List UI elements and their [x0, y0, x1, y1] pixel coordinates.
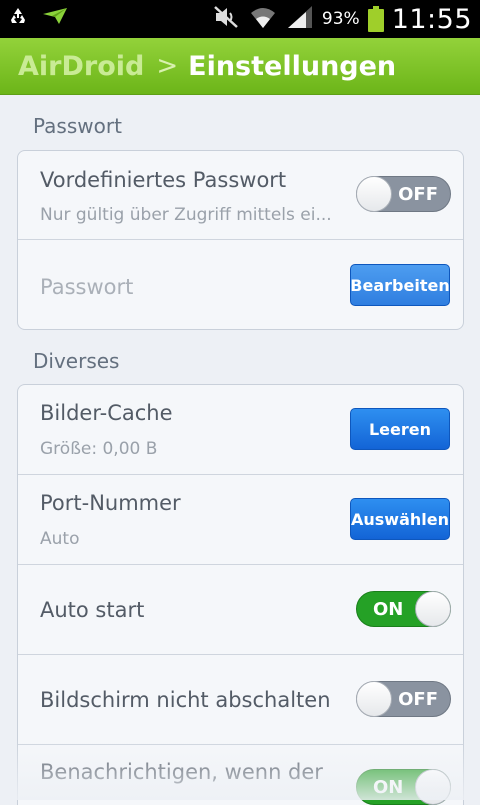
app-bar: AirDroid > Einstellungen [0, 38, 480, 95]
signal-icon [286, 4, 314, 34]
autostart-toggle[interactable]: ON [356, 591, 451, 627]
toggle-state-label: ON [373, 777, 404, 798]
setting-row-predefined-password[interactable]: Vordefiniertes Passwort Nur gültig über … [18, 151, 463, 239]
setting-title: Passwort [40, 275, 134, 299]
setting-row-notify[interactable]: Benachrichtigen, wenn der ON [18, 744, 463, 805]
toggle-state-label: OFF [398, 689, 438, 710]
setting-title: Auto start [40, 598, 145, 622]
mute-icon [212, 4, 240, 34]
toggle-knob [415, 591, 451, 627]
setting-title: Benachrichtigen, wenn der [40, 760, 323, 784]
screen-on-toggle[interactable]: OFF [356, 681, 451, 717]
edit-password-button[interactable]: Bearbeiten [350, 264, 450, 306]
clock: 11:55 [391, 3, 472, 35]
setting-row-password[interactable]: Passwort Bearbeiten [18, 239, 463, 329]
setting-row-image-cache[interactable]: Bilder-Cache Größe: 0,00 B Leeren [18, 385, 463, 474]
battery-icon [367, 6, 384, 32]
setting-row-port[interactable]: Port-Nummer Auto Auswählen [18, 474, 463, 564]
toggle-state-label: OFF [398, 184, 438, 205]
recycle-icon [8, 6, 28, 30]
page-title: Einstellungen [188, 50, 397, 82]
setting-row-autostart[interactable]: Auto start ON [18, 564, 463, 654]
battery-percent: 93% [321, 9, 360, 29]
setting-title: Vordefiniertes Passwort [40, 168, 287, 192]
breadcrumb-separator: > [156, 51, 179, 81]
setting-subtitle: Nur gültig über Zugriff mittels ei... [40, 205, 332, 225]
section-label-passwort: Passwort [33, 114, 122, 138]
setting-row-screen-on[interactable]: Bildschirm nicht abschalten OFF [18, 654, 463, 744]
setting-title: Bildschirm nicht abschalten [40, 688, 331, 712]
clear-cache-button[interactable]: Leeren [350, 408, 450, 450]
airdroid-plane-icon [42, 6, 68, 30]
diverses-card: Bilder-Cache Größe: 0,00 B Leeren Port-N… [17, 384, 464, 805]
toggle-knob [356, 176, 392, 212]
passwort-card: Vordefiniertes Passwort Nur gültig über … [17, 150, 464, 330]
setting-subtitle: Größe: 0,00 B [40, 439, 158, 459]
select-port-button[interactable]: Auswählen [350, 498, 450, 540]
wifi-icon [248, 4, 278, 34]
setting-title: Bilder-Cache [40, 401, 173, 425]
status-bar: 93% 11:55 [0, 0, 480, 38]
setting-title: Port-Nummer [40, 491, 181, 515]
toggle-knob [356, 681, 392, 717]
toggle-state-label: ON [373, 599, 404, 620]
predefined-password-toggle[interactable]: OFF [356, 176, 451, 212]
section-label-diverses: Diverses [33, 349, 120, 373]
setting-subtitle: Auto [40, 529, 80, 549]
app-name-link[interactable]: AirDroid [18, 51, 144, 82]
